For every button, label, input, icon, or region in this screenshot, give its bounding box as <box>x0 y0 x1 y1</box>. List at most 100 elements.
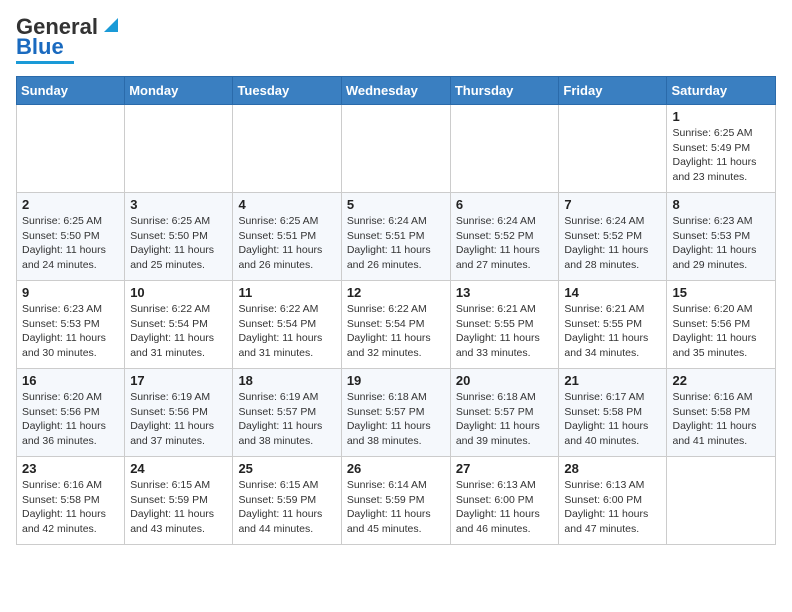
weekday-header-monday: Monday <box>125 77 233 105</box>
day-number: 23 <box>22 461 119 476</box>
logo-blue-text: Blue <box>16 36 64 58</box>
day-number: 13 <box>456 285 554 300</box>
day-number: 16 <box>22 373 119 388</box>
calendar-cell: 21Sunrise: 6:17 AM Sunset: 5:58 PM Dayli… <box>559 369 667 457</box>
day-info: Sunrise: 6:14 AM Sunset: 5:59 PM Dayligh… <box>347 478 445 537</box>
day-info: Sunrise: 6:13 AM Sunset: 6:00 PM Dayligh… <box>456 478 554 537</box>
day-number: 1 <box>672 109 770 124</box>
day-info: Sunrise: 6:17 AM Sunset: 5:58 PM Dayligh… <box>564 390 661 449</box>
day-number: 17 <box>130 373 227 388</box>
day-info: Sunrise: 6:13 AM Sunset: 6:00 PM Dayligh… <box>564 478 661 537</box>
day-number: 14 <box>564 285 661 300</box>
logo-triangle-icon <box>100 14 122 36</box>
calendar-cell: 18 Sunrise: 6:19 AM Sunset: 5:57 PM Dayli… <box>233 369 341 457</box>
day-number: 12 <box>347 285 445 300</box>
day-info: Sunrise: 6:22 AM Sunset: 5:54 PM Dayligh… <box>238 302 335 361</box>
calendar-week-row: 9 Sunrise: 6:23 AM Sunset: 5:53 PM Daylig… <box>17 281 776 369</box>
day-info: Sunrise: 6:20 AM Sunset: 5:56 PM Dayligh… <box>672 302 770 361</box>
day-number: 11 <box>238 285 335 300</box>
calendar-cell: 17 Sunrise: 6:19 AM Sunset: 5:56 PM Dayli… <box>125 369 233 457</box>
calendar-cell <box>450 105 559 193</box>
calendar-cell <box>341 105 450 193</box>
day-info: Sunrise: 6:24 AM Sunset: 5:52 PM Dayligh… <box>564 214 661 273</box>
weekday-header-tuesday: Tuesday <box>233 77 341 105</box>
day-number: 3 <box>130 197 227 212</box>
calendar-cell: 15 Sunrise: 6:20 AM Sunset: 5:56 PM Dayli… <box>667 281 776 369</box>
day-number: 8 <box>672 197 770 212</box>
calendar-cell: 4Sunrise: 6:25 AM Sunset: 5:51 PM Daylig… <box>233 193 341 281</box>
day-number: 27 <box>456 461 554 476</box>
day-number: 28 <box>564 461 661 476</box>
day-number: 18 <box>238 373 335 388</box>
calendar-cell: 22Sunrise: 6:16 AM Sunset: 5:58 PM Dayli… <box>667 369 776 457</box>
weekday-header-thursday: Thursday <box>450 77 559 105</box>
calendar-cell: 1 Sunrise: 6:25 AM Sunset: 5:49 PM Daylig… <box>667 105 776 193</box>
calendar-cell: 23 Sunrise: 6:16 AM Sunset: 5:58 PM Dayli… <box>17 457 125 545</box>
day-number: 22 <box>672 373 770 388</box>
day-info: Sunrise: 6:25 AM Sunset: 5:49 PM Dayligh… <box>672 126 770 185</box>
calendar-cell <box>125 105 233 193</box>
day-info: Sunrise: 6:25 AM Sunset: 5:51 PM Dayligh… <box>238 214 335 273</box>
calendar-cell: 11 Sunrise: 6:22 AM Sunset: 5:54 PM Dayli… <box>233 281 341 369</box>
weekday-header-friday: Friday <box>559 77 667 105</box>
day-number: 24 <box>130 461 227 476</box>
logo-underline <box>16 61 74 64</box>
calendar-cell <box>233 105 341 193</box>
day-info: Sunrise: 6:16 AM Sunset: 5:58 PM Dayligh… <box>22 478 119 537</box>
calendar-cell: 7 Sunrise: 6:24 AM Sunset: 5:52 PM Daylig… <box>559 193 667 281</box>
calendar-cell <box>17 105 125 193</box>
day-number: 5 <box>347 197 445 212</box>
calendar-cell: 5 Sunrise: 6:24 AM Sunset: 5:51 PM Daylig… <box>341 193 450 281</box>
calendar-cell: 19 Sunrise: 6:18 AM Sunset: 5:57 PM Dayli… <box>341 369 450 457</box>
day-info: Sunrise: 6:25 AM Sunset: 5:50 PM Dayligh… <box>22 214 119 273</box>
day-number: 7 <box>564 197 661 212</box>
calendar-cell: 27 Sunrise: 6:13 AM Sunset: 6:00 PM Dayli… <box>450 457 559 545</box>
day-number: 15 <box>672 285 770 300</box>
calendar-header-row: SundayMondayTuesdayWednesdayThursdayFrid… <box>17 77 776 105</box>
day-info: Sunrise: 6:22 AM Sunset: 5:54 PM Dayligh… <box>130 302 227 361</box>
calendar-cell: 24 Sunrise: 6:15 AM Sunset: 5:59 PM Dayli… <box>125 457 233 545</box>
day-info: Sunrise: 6:23 AM Sunset: 5:53 PM Dayligh… <box>22 302 119 361</box>
day-info: Sunrise: 6:15 AM Sunset: 5:59 PM Dayligh… <box>130 478 227 537</box>
day-info: Sunrise: 6:18 AM Sunset: 5:57 PM Dayligh… <box>456 390 554 449</box>
calendar-table: SundayMondayTuesdayWednesdayThursdayFrid… <box>16 76 776 545</box>
calendar-week-row: 1 Sunrise: 6:25 AM Sunset: 5:49 PM Daylig… <box>17 105 776 193</box>
calendar-cell: 26Sunrise: 6:14 AM Sunset: 5:59 PM Dayli… <box>341 457 450 545</box>
page-header: General Blue <box>16 16 776 64</box>
day-info: Sunrise: 6:25 AM Sunset: 5:50 PM Dayligh… <box>130 214 227 273</box>
day-number: 2 <box>22 197 119 212</box>
calendar-cell: 6 Sunrise: 6:24 AM Sunset: 5:52 PM Daylig… <box>450 193 559 281</box>
day-number: 9 <box>22 285 119 300</box>
day-info: Sunrise: 6:18 AM Sunset: 5:57 PM Dayligh… <box>347 390 445 449</box>
day-number: 6 <box>456 197 554 212</box>
day-info: Sunrise: 6:19 AM Sunset: 5:56 PM Dayligh… <box>130 390 227 449</box>
calendar-cell: 8Sunrise: 6:23 AM Sunset: 5:53 PM Daylig… <box>667 193 776 281</box>
weekday-header-sunday: Sunday <box>17 77 125 105</box>
calendar-week-row: 2 Sunrise: 6:25 AM Sunset: 5:50 PM Daylig… <box>17 193 776 281</box>
day-info: Sunrise: 6:21 AM Sunset: 5:55 PM Dayligh… <box>456 302 554 361</box>
calendar-cell: 2 Sunrise: 6:25 AM Sunset: 5:50 PM Daylig… <box>17 193 125 281</box>
day-info: Sunrise: 6:19 AM Sunset: 5:57 PM Dayligh… <box>238 390 335 449</box>
day-info: Sunrise: 6:21 AM Sunset: 5:55 PM Dayligh… <box>564 302 661 361</box>
day-number: 20 <box>456 373 554 388</box>
calendar-cell <box>667 457 776 545</box>
calendar-week-row: 23 Sunrise: 6:16 AM Sunset: 5:58 PM Dayli… <box>17 457 776 545</box>
calendar-cell: 13 Sunrise: 6:21 AM Sunset: 5:55 PM Dayli… <box>450 281 559 369</box>
day-info: Sunrise: 6:20 AM Sunset: 5:56 PM Dayligh… <box>22 390 119 449</box>
calendar-cell: 16 Sunrise: 6:20 AM Sunset: 5:56 PM Dayli… <box>17 369 125 457</box>
calendar-cell: 9 Sunrise: 6:23 AM Sunset: 5:53 PM Daylig… <box>17 281 125 369</box>
day-number: 10 <box>130 285 227 300</box>
calendar-cell: 3 Sunrise: 6:25 AM Sunset: 5:50 PM Daylig… <box>125 193 233 281</box>
calendar-cell: 28 Sunrise: 6:13 AM Sunset: 6:00 PM Dayli… <box>559 457 667 545</box>
calendar-cell: 12Sunrise: 6:22 AM Sunset: 5:54 PM Dayli… <box>341 281 450 369</box>
logo: General Blue <box>16 16 122 64</box>
day-info: Sunrise: 6:24 AM Sunset: 5:51 PM Dayligh… <box>347 214 445 273</box>
calendar-cell <box>559 105 667 193</box>
calendar-cell: 25Sunrise: 6:15 AM Sunset: 5:59 PM Dayli… <box>233 457 341 545</box>
weekday-header-saturday: Saturday <box>667 77 776 105</box>
day-info: Sunrise: 6:24 AM Sunset: 5:52 PM Dayligh… <box>456 214 554 273</box>
weekday-header-wednesday: Wednesday <box>341 77 450 105</box>
day-number: 19 <box>347 373 445 388</box>
calendar-cell: 10 Sunrise: 6:22 AM Sunset: 5:54 PM Dayli… <box>125 281 233 369</box>
calendar-week-row: 16 Sunrise: 6:20 AM Sunset: 5:56 PM Dayli… <box>17 369 776 457</box>
